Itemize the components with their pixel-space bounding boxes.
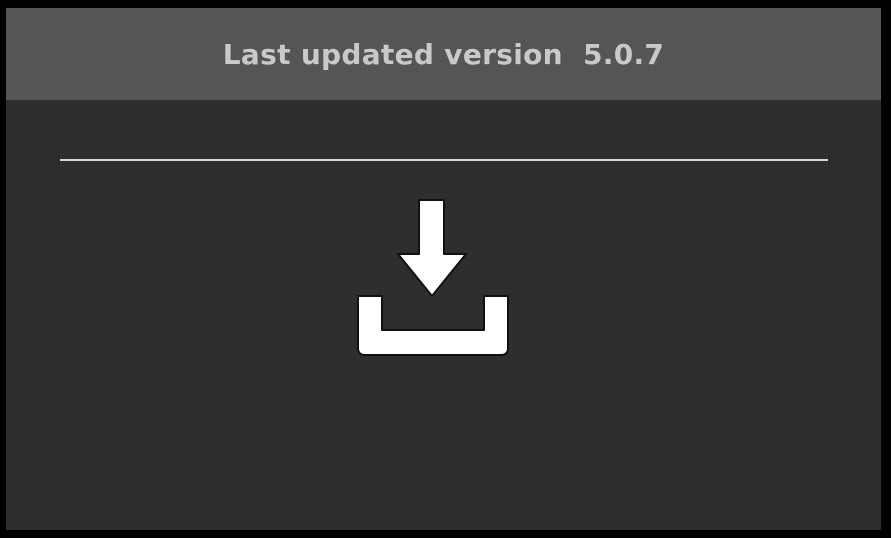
version-title: Last updated version 5.0.7 — [222, 37, 665, 71]
divider — [60, 159, 828, 161]
panel-header: Last updated version 5.0.7 — [6, 8, 881, 100]
download-button[interactable] — [356, 198, 510, 358]
update-panel: Last updated version 5.0.7 — [6, 8, 881, 530]
download-icon — [357, 199, 509, 356]
